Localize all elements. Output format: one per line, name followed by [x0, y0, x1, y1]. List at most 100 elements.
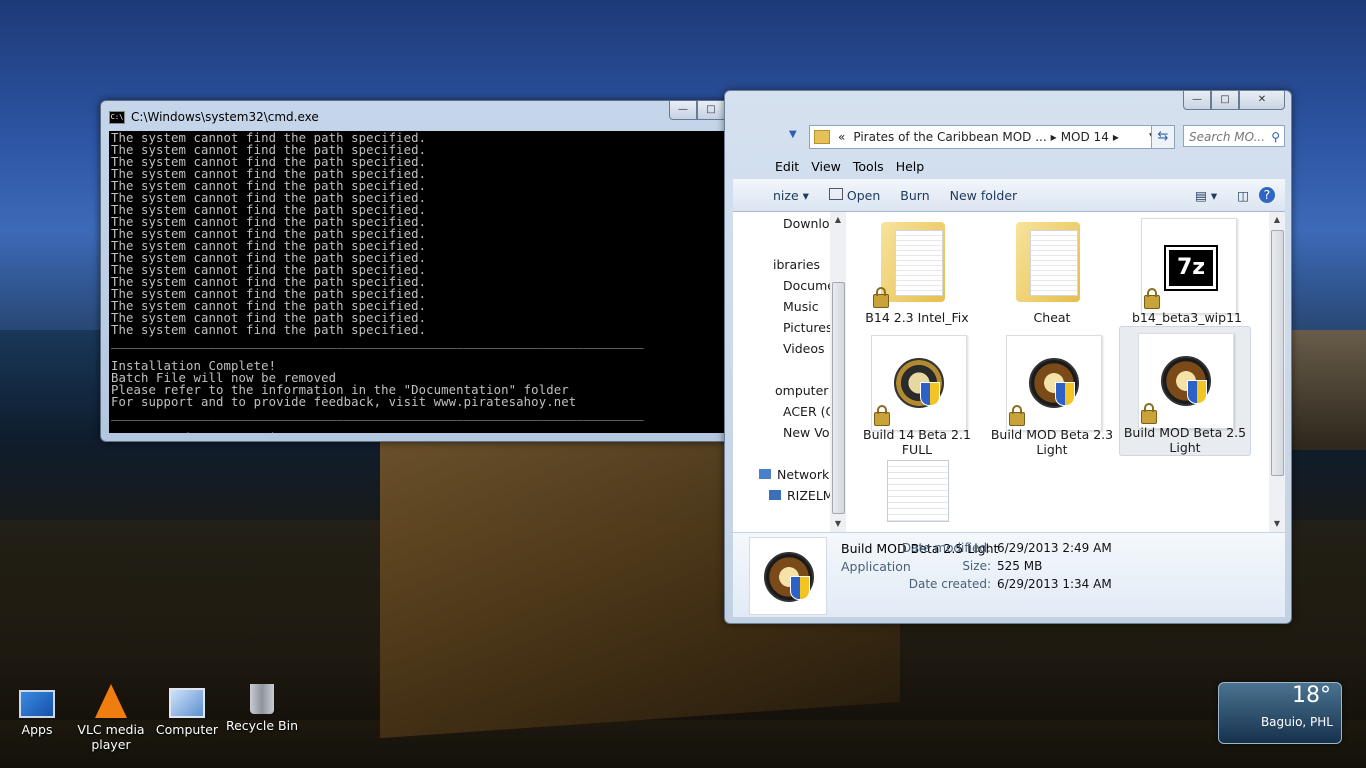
search-input[interactable]: Search MO... ⚲: [1183, 125, 1285, 147]
cmd-window[interactable]: C:\ C:\Windows\system32\cmd.exe — □ ✕ Th…: [100, 100, 778, 442]
desktop-icon-computer[interactable]: Computer: [150, 684, 224, 737]
minimize-button[interactable]: —: [1183, 91, 1211, 110]
folder-icon: [1016, 222, 1080, 302]
close-button[interactable]: ✕: [1239, 91, 1285, 110]
uac-shield-icon: [1055, 382, 1075, 406]
menu-edit[interactable]: Edit: [775, 159, 799, 174]
breadcrumb-separator-icon[interactable]: ▸: [1113, 130, 1119, 144]
folder-icon: [814, 130, 830, 144]
nav-item-documents[interactable]: Docume: [783, 278, 835, 293]
details-created-value: 6/29/2013 1:34 AM: [997, 577, 1112, 591]
file-label: Cheat: [1033, 310, 1071, 325]
explorer-content: Downloa ibraries Docume Music Pictures V…: [733, 212, 1285, 532]
view-options-icon[interactable]: ▤ ▾: [1185, 188, 1227, 203]
app-thumbnail: [1006, 335, 1102, 431]
pc-icon: [769, 490, 781, 500]
file-label: b14_beta3_wip11: [1131, 310, 1243, 325]
command-bar: nize ▾ Open Burn New folder ▤ ▾ ◫ ?: [733, 179, 1285, 212]
cmd-titlebar[interactable]: C:\ C:\Windows\system32\cmd.exe: [109, 107, 319, 127]
recent-pages-arrow-icon[interactable]: ▼: [789, 129, 797, 140]
console-output-area[interactable]: The system cannot find the path specifie…: [109, 131, 757, 433]
desktop-icon-label: Recycle Bin: [225, 718, 299, 733]
lock-icon: [873, 287, 889, 308]
address-bar[interactable]: « Pirates of the Caribbean MOD ... ▸ MOD…: [809, 125, 1161, 149]
scroll-thumb[interactable]: [832, 282, 845, 514]
details-modified-label: Date modified:: [901, 541, 991, 555]
desktop-icon-label: Computer: [155, 722, 219, 737]
cmd-icon: C:\: [109, 110, 125, 124]
maximize-button[interactable]: □: [697, 101, 725, 120]
menu-bar: Edit View Tools Help: [775, 155, 1285, 177]
maximize-button[interactable]: □: [1211, 91, 1239, 110]
nav-item-libraries[interactable]: ibraries: [773, 257, 820, 272]
file-item[interactable]: 7z b14_beta3_wip11: [1123, 212, 1251, 342]
recycle-bin-icon: [250, 684, 274, 714]
new-folder-button[interactable]: New folder: [940, 188, 1028, 203]
scroll-down-arrow-icon[interactable]: ▼: [1269, 516, 1285, 532]
details-pane: Build MOD Beta 2.5 Light Application Dat…: [733, 533, 1285, 617]
refresh-button[interactable]: ⇆: [1151, 125, 1175, 149]
document-icon: [887, 460, 949, 522]
nav-item-music[interactable]: Music: [783, 299, 819, 314]
menu-help[interactable]: Help: [896, 159, 925, 174]
breadcrumb-parent[interactable]: Pirates of the Caribbean MOD ...: [849, 130, 1050, 144]
lock-icon: [1141, 403, 1157, 424]
file-item-selected[interactable]: Build MOD Beta 2.5 Light: [1119, 326, 1251, 456]
nav-item-videos[interactable]: Videos: [783, 341, 825, 356]
scroll-up-arrow-icon[interactable]: ▲: [1269, 212, 1285, 228]
app-thumbnail: [871, 335, 967, 431]
file-item[interactable]: Build 14 Beta 2.1 FULL: [853, 329, 981, 459]
nav-item-network[interactable]: Network: [759, 467, 829, 482]
nav-scrollbar[interactable]: ▲ ▼: [830, 212, 846, 532]
help-icon[interactable]: ?: [1259, 187, 1275, 203]
nav-item-computer[interactable]: omputer: [775, 383, 828, 398]
details-size-label: Size:: [962, 559, 991, 573]
open-icon: [828, 187, 843, 200]
lock-icon: [874, 405, 890, 426]
desktop-icon-vlc[interactable]: VLC media player: [74, 684, 148, 752]
menu-tools[interactable]: Tools: [853, 159, 884, 174]
folder-icon: [881, 222, 945, 302]
network-icon: [759, 469, 771, 479]
file-label: Build MOD Beta 2.3 Light: [990, 427, 1114, 457]
file-item[interactable]: [853, 452, 981, 532]
scroll-up-arrow-icon[interactable]: ▲: [830, 212, 846, 228]
details-size-value: 525 MB: [997, 559, 1043, 573]
page-icon: [1030, 230, 1078, 296]
organize-button[interactable]: nize ▾: [733, 188, 819, 203]
weather-temperature: 18°: [1292, 683, 1331, 708]
vlc-cone-icon: [95, 684, 127, 718]
file-item[interactable]: Build MOD Beta 2.3 Light: [988, 329, 1116, 459]
files-scrollbar[interactable]: ▲ ▼: [1269, 212, 1285, 532]
burn-button[interactable]: Burn: [890, 188, 939, 203]
search-icon[interactable]: ⚲: [1271, 126, 1280, 148]
preview-pane-icon[interactable]: ◫: [1227, 188, 1259, 203]
explorer-window[interactable]: — □ ✕ ▼ « Pirates of the Caribbean MOD .…: [724, 90, 1292, 624]
weather-gadget[interactable]: 18° Baguio, PHL: [1218, 682, 1342, 744]
nav-item-pictures[interactable]: Pictures: [783, 320, 833, 335]
desktop-icon-label: Apps: [21, 722, 53, 737]
lock-icon: [1009, 405, 1025, 426]
menu-view[interactable]: View: [811, 159, 841, 174]
uac-shield-icon: [1187, 380, 1207, 404]
7z-archive-icon: 7z: [1164, 245, 1218, 291]
archive-thumbnail: 7z: [1141, 218, 1237, 314]
open-button[interactable]: Open: [819, 187, 890, 203]
scroll-down-arrow-icon[interactable]: ▼: [830, 516, 846, 532]
breadcrumb-current[interactable]: MOD 14: [1057, 130, 1113, 144]
desktop-icon-apps[interactable]: Apps: [0, 684, 74, 737]
monitor-icon: [19, 690, 55, 718]
breadcrumb-chevron[interactable]: «: [834, 130, 849, 144]
file-grid: B14 2.3 Intel_Fix Cheat 7z b14_beta3_wip…: [853, 212, 1273, 532]
console-text: The system cannot find the path specifie…: [111, 131, 644, 433]
computer-icon: [169, 688, 205, 718]
scroll-thumb[interactable]: [1271, 230, 1284, 476]
page-icon: [895, 230, 943, 296]
file-item[interactable]: B14 2.3 Intel_Fix: [853, 212, 981, 342]
app-thumbnail: [1138, 333, 1234, 429]
desktop-icon-recycle-bin[interactable]: Recycle Bin: [225, 684, 299, 733]
search-placeholder: Search MO...: [1189, 130, 1266, 144]
minimize-button[interactable]: —: [669, 101, 697, 120]
file-item[interactable]: Cheat: [988, 212, 1116, 342]
folder-thumbnail: [1006, 218, 1100, 312]
